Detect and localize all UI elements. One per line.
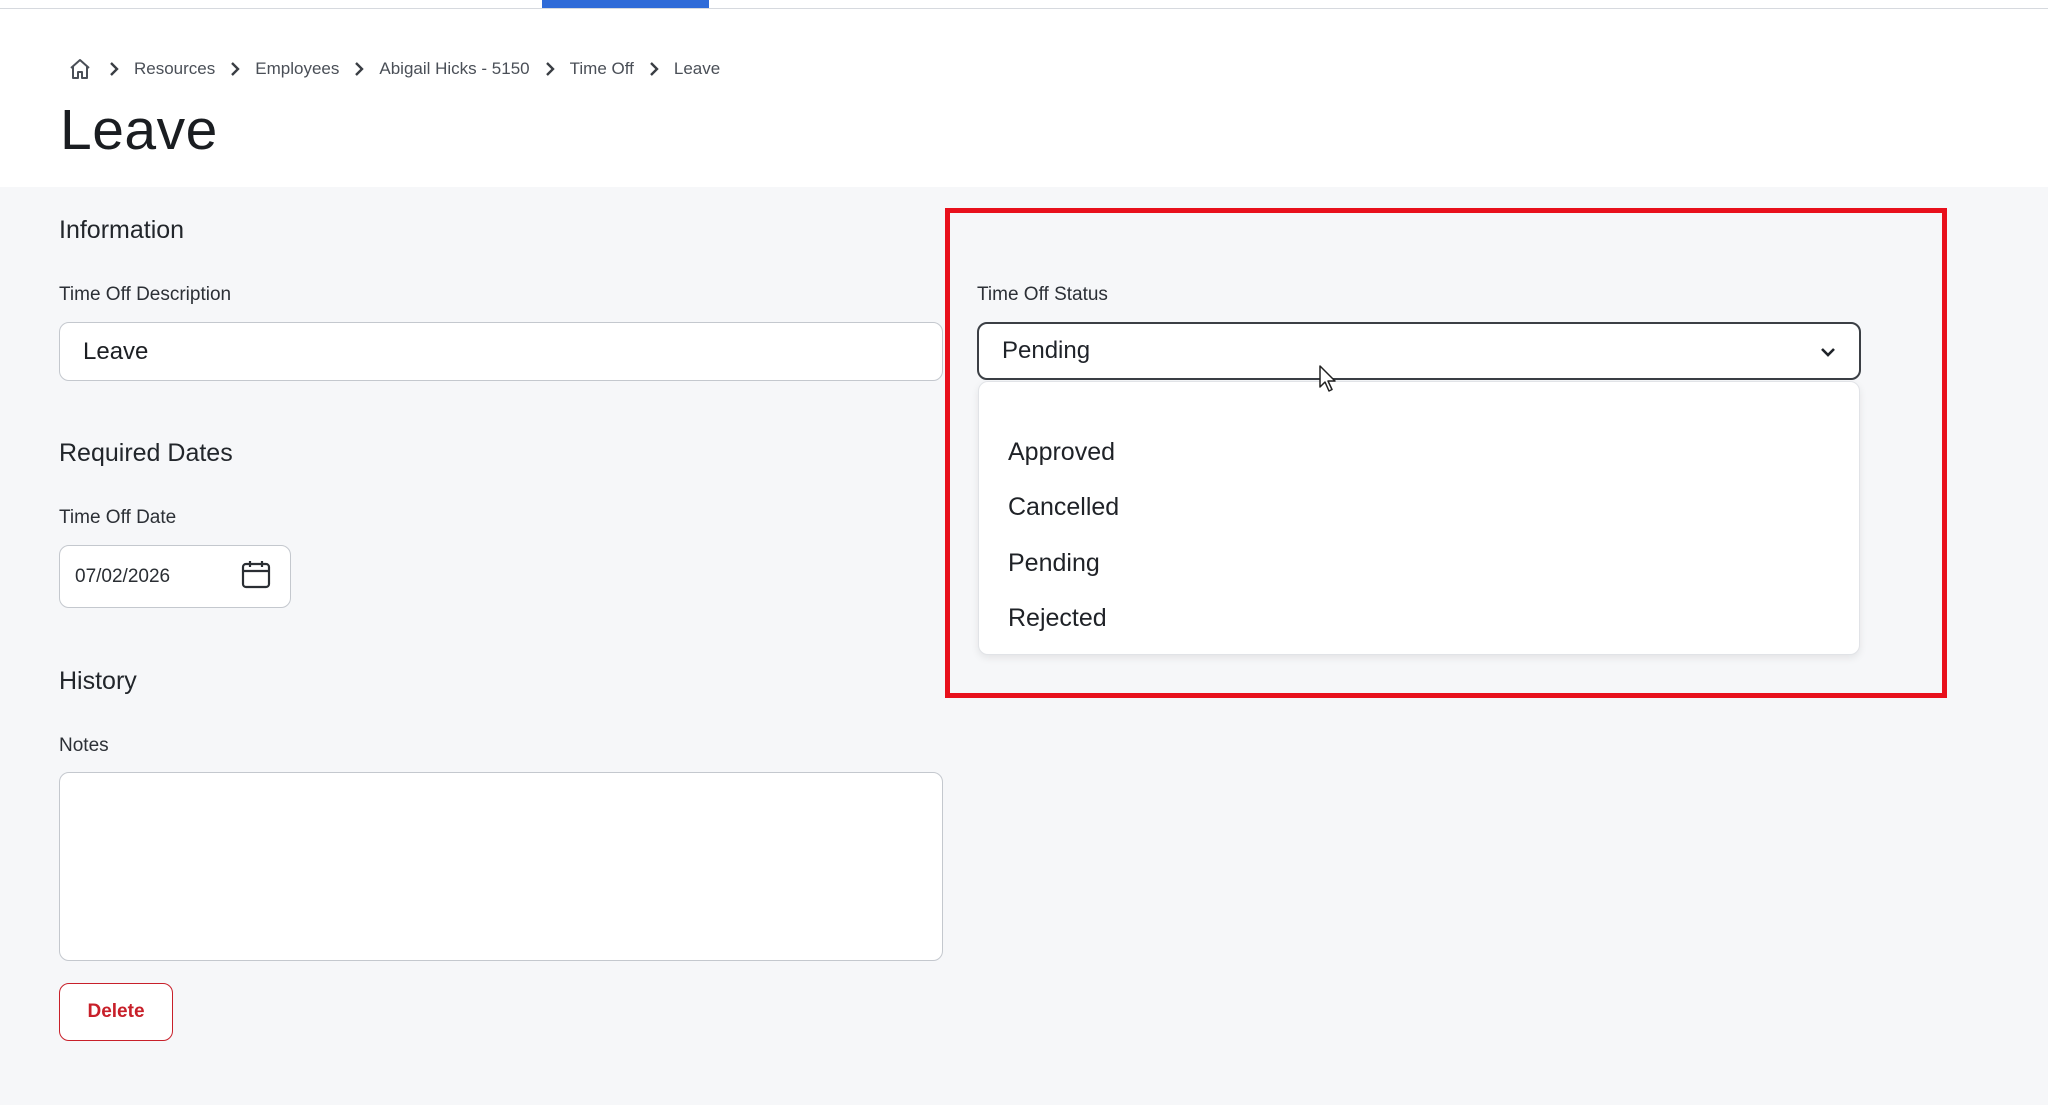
home-icon[interactable] [66, 55, 94, 83]
breadcrumb-employee[interactable]: Abigail Hicks - 5150 [379, 59, 529, 79]
history-section-title: History [59, 667, 137, 695]
status-option-approved[interactable]: Approved [1008, 432, 1828, 472]
breadcrumb: Resources Employees Abigail Hicks - 5150… [66, 49, 720, 89]
time-off-description-input[interactable]: Leave [59, 322, 943, 381]
chevron-right-icon [634, 61, 674, 77]
status-option-cancelled[interactable]: Cancelled [1008, 487, 1828, 527]
time-off-date-value: 07/02/2026 [75, 565, 171, 587]
time-off-date-input[interactable]: 07/02/2026 [59, 545, 291, 608]
chevron-right-icon [215, 61, 255, 77]
breadcrumb-employees[interactable]: Employees [255, 59, 339, 79]
time-off-status-select[interactable]: Pending [977, 322, 1861, 380]
information-section-title: Information [59, 216, 185, 244]
notes-label: Notes [59, 735, 109, 756]
page-header: Resources Employees Abigail Hicks - 5150… [0, 9, 2048, 187]
time-off-date-label: Time Off Date [59, 507, 177, 528]
delete-button[interactable]: Delete [59, 983, 173, 1041]
chevron-right-icon [94, 61, 134, 77]
top-nav-bar [0, 0, 2048, 9]
chevron-right-icon [530, 61, 570, 77]
active-tab-indicator [542, 0, 709, 8]
chevron-right-icon [339, 61, 379, 77]
status-option-rejected[interactable]: Rejected [1008, 598, 1828, 638]
status-option-pending[interactable]: Pending [1008, 543, 1828, 583]
mouse-cursor-icon [1318, 364, 1340, 394]
time-off-status-selected: Pending [1002, 337, 1091, 364]
calendar-icon[interactable] [240, 558, 272, 596]
time-off-status-dropdown: Approved Cancelled Pending Rejected [978, 381, 1860, 655]
chevron-down-icon [1819, 337, 1837, 365]
breadcrumb-resources[interactable]: Resources [134, 59, 215, 79]
breadcrumb-time-off[interactable]: Time Off [570, 59, 634, 79]
required-dates-section-title: Required Dates [59, 439, 233, 467]
time-off-status-label: Time Off Status [977, 284, 1108, 305]
page-title: Leave [60, 98, 218, 162]
notes-textarea[interactable] [59, 772, 943, 961]
breadcrumb-current: Leave [673, 59, 721, 78]
time-off-description-label: Time Off Description [59, 284, 232, 305]
